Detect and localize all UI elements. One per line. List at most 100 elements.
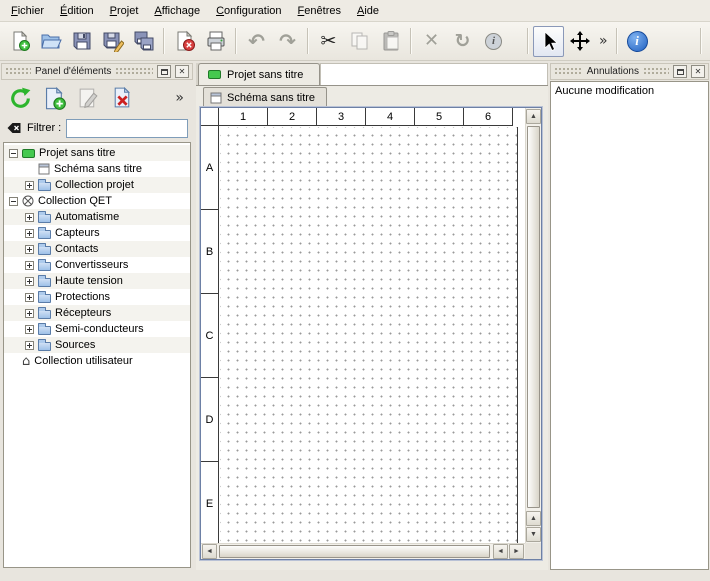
new-document-button[interactable] bbox=[4, 26, 35, 57]
undo-button[interactable]: ↶ bbox=[241, 26, 272, 57]
expander-icon[interactable] bbox=[25, 325, 34, 334]
column-headers: 1 2 3 4 5 6 bbox=[219, 108, 513, 126]
dock-grip-handle[interactable] bbox=[643, 67, 669, 76]
tree-item-sources[interactable]: Sources bbox=[4, 337, 190, 353]
clear-filter-button[interactable] bbox=[6, 121, 22, 135]
new-element-button[interactable] bbox=[40, 84, 68, 112]
expander-icon[interactable] bbox=[9, 197, 18, 206]
folder-icon bbox=[38, 246, 51, 255]
tree-item-label: Automatisme bbox=[55, 211, 119, 223]
scroll-left-button[interactable]: ◄ bbox=[493, 544, 508, 559]
tree-item-label: Semi-conducteurs bbox=[55, 323, 144, 335]
tree-item-recepteurs[interactable]: Récepteurs bbox=[4, 305, 190, 321]
filter-input[interactable] bbox=[66, 119, 188, 138]
save-as-button[interactable] bbox=[97, 26, 128, 57]
toolbar-separator bbox=[235, 28, 237, 54]
elements-panel-titlebar: Panel d'éléments ✕ bbox=[1, 63, 193, 80]
vertical-scroll-thumb[interactable] bbox=[527, 126, 540, 508]
cut-button[interactable]: ✂ bbox=[313, 26, 344, 57]
tree-item-collection-qet[interactable]: Collection QET bbox=[4, 193, 190, 209]
tree-item-label: Haute tension bbox=[55, 275, 123, 287]
menu-affichage[interactable]: Affichage bbox=[146, 2, 208, 20]
print-button[interactable] bbox=[200, 26, 231, 57]
open-document-button[interactable] bbox=[35, 26, 66, 57]
expander-icon[interactable] bbox=[25, 229, 34, 238]
float-dock-button[interactable] bbox=[673, 65, 687, 78]
expander-icon[interactable] bbox=[25, 213, 34, 222]
menu-edition[interactable]: Édition bbox=[52, 2, 102, 20]
menu-configuration[interactable]: Configuration bbox=[208, 2, 289, 20]
scroll-up-button[interactable]: ▲ bbox=[526, 511, 541, 526]
tree-item-contacts[interactable]: Contacts bbox=[4, 241, 190, 257]
dock-grip-handle[interactable] bbox=[5, 67, 31, 76]
rotate-button[interactable]: ↻ bbox=[447, 26, 478, 57]
panel-overflow-chevron[interactable]: » bbox=[175, 91, 188, 105]
expander-icon[interactable] bbox=[25, 181, 34, 190]
tree-item-collection-projet[interactable]: Collection projet bbox=[4, 177, 190, 193]
float-dock-button[interactable] bbox=[157, 65, 171, 78]
tree-item-protections[interactable]: Protections bbox=[4, 289, 190, 305]
scroll-down-button[interactable]: ▼ bbox=[526, 527, 541, 542]
column-header: 2 bbox=[268, 108, 317, 125]
expander-icon[interactable] bbox=[25, 261, 34, 270]
expander-icon[interactable] bbox=[25, 341, 34, 350]
edit-element-button[interactable] bbox=[74, 84, 102, 112]
elements-tree: Projet sans titre Schéma sans titre Coll… bbox=[3, 142, 191, 568]
diagram-sheet: 1 2 3 4 5 6 A B C D E bbox=[201, 108, 525, 543]
undo-history-list[interactable]: Aucune modification bbox=[550, 81, 709, 570]
redo-button[interactable]: ↷ bbox=[272, 26, 303, 57]
tree-item-automatisme[interactable]: Automatisme bbox=[4, 209, 190, 225]
close-dock-button[interactable]: ✕ bbox=[691, 65, 705, 78]
dock-grip-handle[interactable] bbox=[554, 67, 583, 76]
horizontal-scroll-thumb[interactable] bbox=[219, 545, 490, 558]
tree-item-diagram[interactable]: Schéma sans titre bbox=[4, 161, 190, 177]
scroll-up-button[interactable]: ▲ bbox=[526, 109, 541, 124]
scroll-left-button[interactable]: ◄ bbox=[202, 544, 217, 559]
dock-grip-handle[interactable] bbox=[115, 67, 153, 76]
diagram-canvas[interactable] bbox=[220, 127, 518, 543]
delete-button[interactable]: ✕ bbox=[416, 26, 447, 57]
menu-fichier[interactable]: Fichier bbox=[3, 2, 52, 20]
tab-schema-sans-titre[interactable]: Schéma sans titre bbox=[203, 87, 327, 107]
folder-icon bbox=[38, 326, 51, 335]
menu-aide[interactable]: Aide bbox=[349, 2, 387, 20]
expander-icon[interactable] bbox=[25, 245, 34, 254]
vertical-scrollbar[interactable]: ▲ ▲ ▼ bbox=[525, 108, 541, 543]
tree-item-capteurs[interactable]: Capteurs bbox=[4, 225, 190, 241]
save-button[interactable] bbox=[66, 26, 97, 57]
delete-element-button[interactable] bbox=[108, 84, 136, 112]
select-tool-button[interactable] bbox=[533, 26, 564, 57]
close-document-button[interactable] bbox=[169, 26, 200, 57]
toolbar-separator bbox=[410, 28, 412, 54]
project-icon bbox=[22, 149, 35, 158]
tab-projet-sans-titre[interactable]: Projet sans titre bbox=[198, 63, 320, 85]
close-dock-button[interactable]: ✕ bbox=[175, 65, 189, 78]
reload-collections-button[interactable] bbox=[6, 84, 34, 112]
tree-item-collection-utilisateur[interactable]: ⌂ Collection utilisateur bbox=[4, 353, 190, 369]
expander-icon[interactable] bbox=[25, 309, 34, 318]
horizontal-scrollbar[interactable]: ◄ ◄ ► bbox=[201, 543, 525, 559]
move-tool-button[interactable] bbox=[564, 26, 595, 57]
save-all-button[interactable] bbox=[128, 26, 159, 57]
expander-icon[interactable] bbox=[25, 293, 34, 302]
expander-icon[interactable] bbox=[9, 149, 18, 158]
diagram-tab-label: Schéma sans titre bbox=[227, 92, 315, 104]
main-area: Panel d'éléments ✕ bbox=[0, 62, 710, 581]
tree-item-haute-tension[interactable]: Haute tension bbox=[4, 273, 190, 289]
tree-item-semi-conducteurs[interactable]: Semi-conducteurs bbox=[4, 321, 190, 337]
project-icon bbox=[208, 70, 221, 79]
tree-item-project[interactable]: Projet sans titre bbox=[4, 145, 190, 161]
conductor-info-button[interactable]: i bbox=[478, 26, 509, 57]
expander-icon[interactable] bbox=[25, 277, 34, 286]
about-qet-button[interactable]: i bbox=[622, 26, 653, 57]
menu-projet[interactable]: Projet bbox=[102, 2, 147, 20]
tree-item-convertisseurs[interactable]: Convertisseurs bbox=[4, 257, 190, 273]
reload-icon bbox=[8, 86, 33, 111]
folder-icon bbox=[38, 182, 51, 191]
scroll-right-button[interactable]: ► bbox=[509, 544, 524, 559]
toolbar-overflow-chevron[interactable]: » bbox=[595, 34, 612, 48]
paste-icon bbox=[380, 30, 402, 52]
paste-button[interactable] bbox=[375, 26, 406, 57]
copy-button[interactable] bbox=[344, 26, 375, 57]
menu-fenetres[interactable]: Fenêtres bbox=[290, 2, 349, 20]
